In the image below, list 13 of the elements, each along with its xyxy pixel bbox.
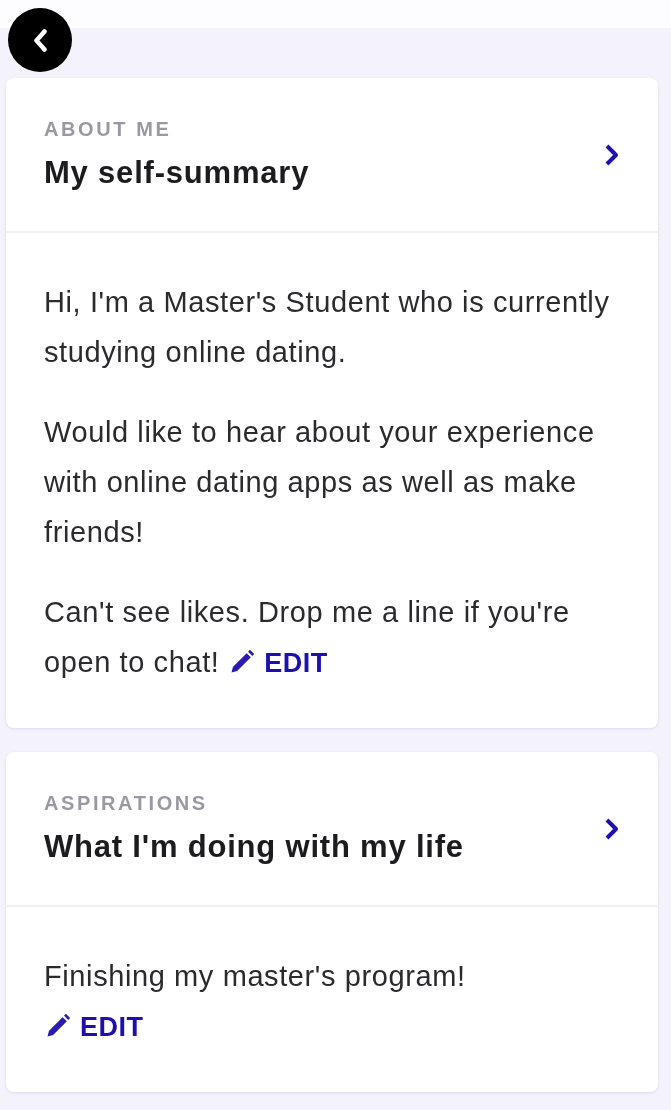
section-label: ASPIRATIONS (44, 792, 209, 815)
edit-link[interactable]: EDIT (228, 648, 328, 678)
back-icon (33, 28, 47, 52)
body-text: Would like to hear about your experience with online dating apps as well as make friends! (44, 415, 596, 550)
body-text: Finishing my master's program! (44, 959, 467, 994)
section-label: ABOUT ME (44, 118, 173, 141)
body-text: Can't see likes. Drop me a line if you're open to chat! EDIT (44, 595, 571, 680)
edit-link[interactable]: EDIT (44, 1012, 144, 1042)
section-title: What I'm doing with my life (44, 829, 465, 865)
section-title: My self-summary (44, 155, 311, 191)
chevron-right-icon[interactable] (604, 816, 620, 841)
chevron-right-icon[interactable] (604, 142, 620, 167)
body-text: Hi, I'm a Master's Student who is currently studying online dating. (44, 285, 611, 370)
